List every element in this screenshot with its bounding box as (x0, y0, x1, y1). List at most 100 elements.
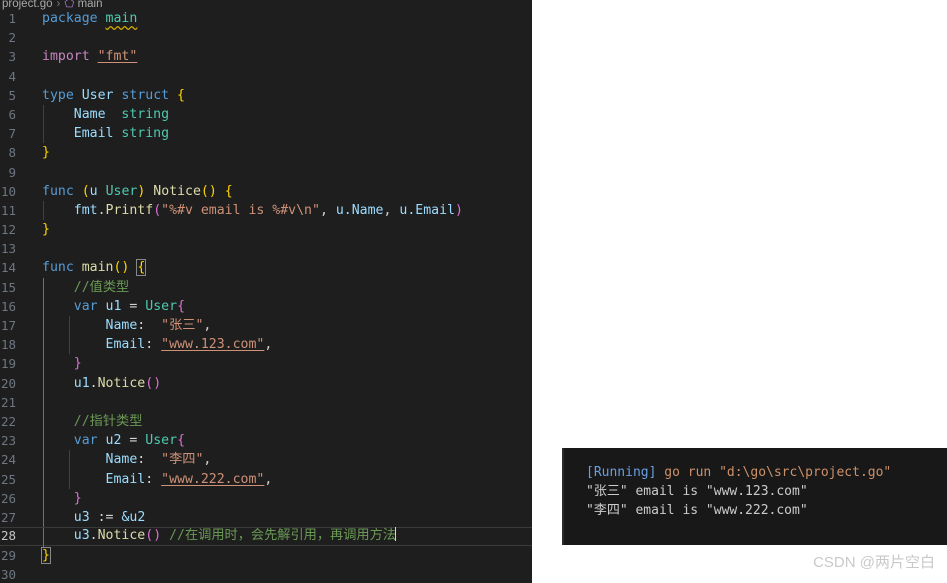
line-content[interactable]: } (42, 489, 82, 508)
code-line[interactable]: 15 //值类型 (0, 277, 532, 297)
code-line[interactable]: 10 func (u User) Notice() { (0, 182, 532, 201)
line-number: 4 (8, 68, 16, 84)
code-line[interactable]: 13 (0, 239, 532, 258)
token-rbrace-matched: } (41, 547, 51, 565)
code-line[interactable]: 5 type User struct { (0, 86, 532, 105)
token-dot: . (97, 202, 106, 218)
line-content[interactable]: u3 := &u2 (42, 508, 146, 527)
token-string-url123: "www.123.com" (161, 337, 264, 352)
terminal-line-output: "张三" email is "www.123.com" (586, 484, 808, 499)
code-line[interactable]: 11 fmt.Printf("%#v email is %#v\n", u.Na… (0, 200, 532, 221)
token-func-Printf: Printf (105, 202, 154, 218)
code-line[interactable]: 24 Name: "李四", (0, 450, 532, 470)
line-content[interactable]: //指针类型 (42, 412, 143, 431)
token-ident-u2: u2 (105, 433, 122, 449)
token-keyword-func: func (42, 183, 74, 199)
line-content[interactable]: var u1 = User{ (42, 297, 185, 316)
token-lbrace: { (177, 87, 185, 103)
token-colon: : (145, 471, 154, 487)
code-line[interactable]: 23 var u2 = User{ (0, 431, 532, 451)
line-number: 7 (8, 126, 16, 142)
code-line[interactable]: 19 } (0, 354, 532, 374)
code-line[interactable]: 9 (0, 163, 532, 182)
terminal-line-output: "李四" email is "www.222.com" (586, 503, 808, 518)
code-editor-pane[interactable]: project.go › ⬠ main 1 package main 2 3 imp… (0, 0, 532, 583)
line-content[interactable]: u1.Notice() (42, 374, 161, 393)
token-comma: , (264, 337, 273, 353)
code-line[interactable]: 22 //指针类型 (0, 411, 532, 432)
code-line[interactable]: 26 } (0, 488, 532, 508)
token-func-Notice: Notice (153, 183, 201, 199)
code-line[interactable]: 2 (0, 28, 532, 47)
token-keyword-string: string (121, 126, 170, 142)
line-number: 9 (8, 164, 16, 180)
code-line[interactable]: 16 var u1 = User{ (0, 296, 532, 316)
code-line[interactable]: 20 u1.Notice() (0, 373, 532, 393)
code-line[interactable]: 8 } (0, 143, 532, 162)
line-content[interactable]: fmt.Printf("%#v email is %#v\n", u.Name,… (42, 201, 463, 220)
token-rbrace: } (42, 222, 50, 238)
code-line[interactable]: 27 u3 := &u2 (0, 507, 532, 528)
token-lbrace: { (224, 183, 233, 199)
line-number: 14 (0, 260, 16, 276)
code-lines-container[interactable]: 1 package main 2 3 import "fmt" 4 5 type… (0, 9, 532, 583)
token-lparen: ( (153, 202, 162, 218)
token-rbrace: } (73, 356, 82, 372)
code-line[interactable]: 12 } (0, 220, 532, 239)
token-lbrace-matched: { (136, 259, 147, 277)
code-line[interactable]: 4 (0, 67, 532, 86)
token-lbrace: { (177, 433, 186, 449)
line-content[interactable]: } (41, 546, 51, 565)
line-content[interactable]: } (42, 354, 82, 373)
line-content[interactable]: Email: "www.222.com", (42, 470, 273, 489)
token-keyword-struct: struct (121, 87, 170, 103)
line-content[interactable]: u3.Notice() //在调用时，会先解引用，再调用方法 (42, 527, 396, 544)
token-type-User: User (145, 298, 178, 314)
line-content[interactable]: //值类型 (42, 278, 129, 297)
line-number: 3 (8, 49, 16, 65)
token-comment: //指针类型 (73, 413, 143, 429)
line-content[interactable]: type User struct { (42, 86, 185, 105)
code-line[interactable]: 6 Name string (0, 104, 532, 125)
token-field-Email: Email (105, 471, 146, 487)
terminal-running-label: [Running] (586, 465, 657, 480)
code-line[interactable]: 21 (0, 392, 532, 412)
terminal-output-panel[interactable]: [Running] go run "d:\go\src\project.go" … (562, 448, 947, 545)
token-ident-u: u (89, 183, 98, 199)
line-number: 15 (0, 279, 16, 295)
code-line[interactable]: 17 Name: "张三", (0, 316, 532, 336)
line-content[interactable]: Name: "张三", (42, 316, 212, 335)
token-field-Name: Name (105, 318, 138, 333)
token-colon: : (137, 452, 146, 468)
line-content[interactable]: Name string (42, 105, 169, 124)
code-line[interactable]: 14 func main() { (0, 258, 532, 277)
line-content[interactable]: Email: "www.123.com", (42, 335, 273, 354)
token-comma: , (383, 202, 392, 218)
code-line[interactable]: 29 } (0, 546, 532, 565)
line-content[interactable]: var u2 = User{ (42, 431, 185, 450)
token-type-User: User (105, 183, 138, 199)
token-comma: , (203, 452, 212, 468)
token-string-url123-text: "www.123.com" (161, 337, 265, 353)
code-line-current[interactable]: 28 u3.Notice() //在调用时，会先解引用，再调用方法 (0, 527, 532, 548)
line-content[interactable]: func main() { (42, 258, 147, 277)
line-number: 10 (0, 183, 16, 199)
code-line[interactable]: 3 import "fmt" (0, 47, 532, 66)
line-content[interactable]: Name: "李四", (42, 450, 212, 469)
line-content[interactable]: } (42, 143, 50, 162)
code-line[interactable]: 18 Email: "www.123.com", (0, 335, 532, 355)
line-content[interactable]: import "fmt" (42, 47, 137, 66)
code-line[interactable]: 7 Email string (0, 124, 532, 144)
code-line[interactable]: 1 package main (0, 9, 532, 28)
code-line[interactable]: 30 (0, 565, 532, 583)
terminal-run-command: go run "d:\go\src\project.go" (656, 465, 892, 480)
line-content[interactable]: package main (42, 9, 137, 28)
token-string-fmt: "fmt" (97, 49, 138, 65)
line-number: 24 (0, 452, 16, 468)
token-rparen: ) (454, 202, 463, 218)
line-content[interactable]: func (u User) Notice() { (42, 182, 233, 201)
line-content[interactable]: } (42, 220, 50, 239)
code-line[interactable]: 25 Email: "www.222.com", (0, 469, 532, 489)
line-number: 29 (0, 548, 16, 564)
line-content[interactable]: Email string (42, 124, 169, 143)
